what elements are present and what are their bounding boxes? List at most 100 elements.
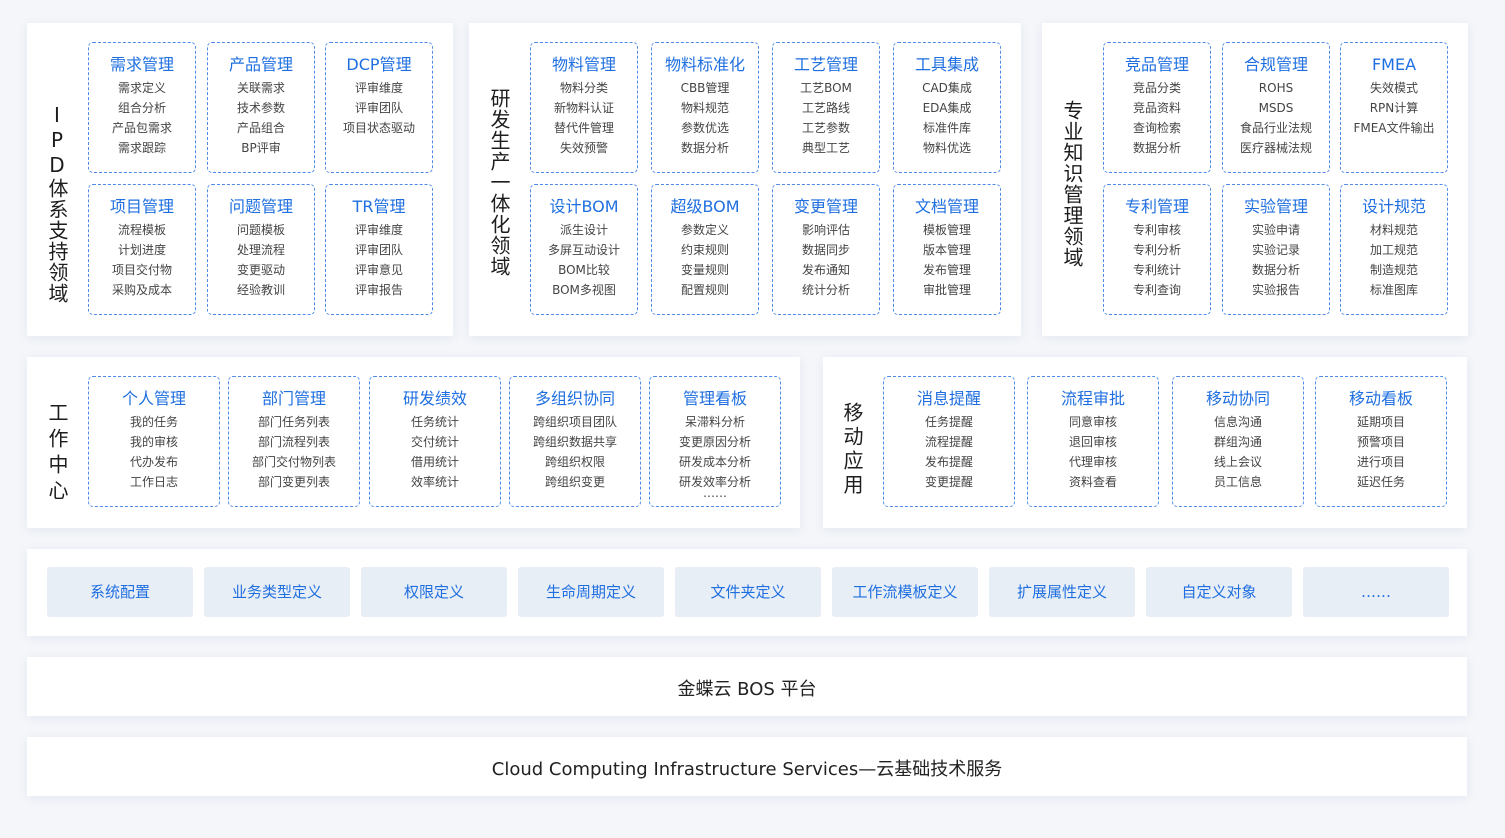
module-card-items: 部门任务列表 部门流程列表 部门交付物列表 部门变更列表 — [229, 412, 359, 492]
module-card-patent[interactable]: 专利管理 专利审核 专利分析 专利统计 专利查询 — [1103, 184, 1211, 315]
module-card-item: 部门变更列表 — [257, 475, 330, 489]
module-card-change[interactable]: 变更管理 影响评估 数据同步 发布通知 统计分析 — [772, 184, 880, 315]
module-card-lab[interactable]: 实验管理 实验申请 实验记录 数据分析 实验报告 — [1222, 184, 1330, 315]
module-card-msg[interactable]: 消息提醒 任务提醒 流程提醒 发布提醒 变更提醒 — [883, 376, 1015, 507]
module-card-item: 发布管理 — [922, 263, 971, 277]
module-card-item: CAD集成 — [922, 81, 972, 95]
module-card-item: 任务统计 — [410, 415, 459, 429]
module-card-item: 项目交付物 — [111, 263, 172, 277]
module-card-items: 物料分类 新物料认证 替代件管理 失效预警 — [531, 78, 637, 158]
module-card-tr[interactable]: TR管理 评审维度 评审团队 评审意见 评审报告 — [325, 184, 433, 315]
module-card-dept[interactable]: 部门管理 部门任务列表 部门流程列表 部门交付物列表 部门变更列表 — [228, 376, 360, 507]
rnd-domain-label: 研发生产一体化领域 — [487, 88, 511, 277]
module-card-item: 产品组合 — [236, 121, 285, 135]
module-card-item: 典型工艺 — [801, 141, 850, 155]
module-card-compliance[interactable]: 合规管理 ROHS MSDS 食品行业法规 医疗器械法规 — [1222, 42, 1330, 173]
module-card-item: BP评审 — [241, 141, 281, 155]
module-card-item: 替代件管理 — [553, 121, 614, 135]
module-card-item: ROHS — [1258, 81, 1294, 95]
module-card-title: 变更管理 — [793, 197, 858, 216]
module-card-standard[interactable]: 物料标准化 CBB管理 物料规范 参数优选 数据分析 — [651, 42, 759, 173]
module-card-item: 专利分析 — [1132, 243, 1181, 257]
module-card-item: 呆滞料分析 — [684, 415, 745, 429]
module-card-item: 延期项目 — [1356, 415, 1405, 429]
module-card-item: 食品行业法规 — [1239, 121, 1312, 135]
module-card-item: EDA集成 — [922, 101, 972, 115]
module-card-process[interactable]: 工艺管理 工艺BOM 工艺路线 工艺参数 典型工艺 — [772, 42, 880, 173]
module-card-fmea[interactable]: FMEA 失效模式 RPN计算 FMEA文件输出 — [1340, 42, 1448, 173]
module-card-item: 我的审核 — [129, 435, 178, 449]
module-card-sbom[interactable]: 超级BOM 参数定义 约束规则 变量规则 配置规则 — [651, 184, 759, 315]
module-card-title: 个人管理 — [121, 389, 186, 408]
module-card-items: 关联需求技术参数产品组合 BP评审 — [208, 78, 314, 158]
module-card-item: 派生设计 — [559, 223, 608, 237]
module-card-perf[interactable]: 研发绩效 任务统计 交付统计 借用统计 效率统计 — [369, 376, 501, 507]
module-card-title: 文档管理 — [914, 197, 979, 216]
platform-config-item[interactable]: 权限定义 — [361, 567, 507, 617]
module-card-item: 配置规则 — [680, 283, 729, 297]
module-card-mcoop[interactable]: 移动协同 信息沟通 群组沟通 线上会议 员工信息 — [1172, 376, 1304, 507]
module-card-multiorg[interactable]: 多组织协同 跨组织项目团队 跨组织数据共享 跨组织权限 跨组织变更 — [509, 376, 641, 507]
module-card-personal[interactable]: 个人管理 我的任务 我的审核 代办发布 工作日志 — [88, 376, 220, 507]
module-card-material[interactable]: 物料管理 物料分类 新物料认证 替代件管理 失效预警 — [530, 42, 638, 173]
platform-config-item[interactable]: 自定义对象 — [1146, 567, 1292, 617]
module-card-item: 研发成本分析 — [678, 455, 751, 469]
module-card-doc[interactable]: 文档管理 模板管理 版本管理 发布管理 审批管理 — [893, 184, 1001, 315]
module-card-item: …… — [703, 486, 727, 500]
module-card-item: 技术参数 — [236, 101, 285, 115]
module-card-item: 部门任务列表 — [257, 415, 330, 429]
module-card-issue[interactable]: 问题管理 问题模板 处理流程 变更驱动 经验教训 — [207, 184, 315, 315]
platform-config-item[interactable]: 扩展属性定义 — [989, 567, 1135, 617]
module-card-items: 专利审核 专利分析 专利统计 专利查询 — [1104, 220, 1210, 300]
module-card-item: 工作日志 — [129, 475, 178, 489]
module-card-dbom[interactable]: 设计BOM 派生设计 多屏互动设计 BOM比较 BOM多视图 — [530, 184, 638, 315]
platform-config-item[interactable]: 文件夹定义 — [675, 567, 821, 617]
module-card-item: 跨组织权限 — [544, 455, 605, 469]
module-card-item: 数据分析 — [1251, 263, 1300, 277]
module-card-project[interactable]: 项目管理 流程模板 计划进度 项目交付物 采购及成本 — [88, 184, 196, 315]
platform-config-item[interactable]: …… — [1303, 567, 1449, 617]
module-card-item: 物料优选 — [922, 141, 971, 155]
module-card-item: 跨组织变更 — [544, 475, 605, 489]
module-card-item: 代理审核 — [1068, 455, 1117, 469]
module-card-item: MSDS — [1258, 101, 1294, 115]
module-card-title: DCP管理 — [346, 55, 412, 74]
module-card-board[interactable]: 管理看板 呆滞料分析 变更原因分析 研发成本分析 研发效率分析…… — [649, 376, 781, 507]
module-card-items: 延期项目 预警项目 进行项目 延迟任务 — [1316, 412, 1446, 492]
module-card-tools[interactable]: 工具集成 CAD集成 EDA集成 标准件库 物料优选 — [893, 42, 1001, 173]
module-card-item: 实验申请 — [1251, 223, 1300, 237]
module-card-item: 处理流程 — [236, 243, 285, 257]
module-card-items: 流程模板 计划进度 项目交付物 采购及成本 — [89, 220, 195, 300]
module-card-item: 数据分析 — [680, 141, 729, 155]
module-card-spec[interactable]: 设计规范 材料规范 加工规范 制造规范 标准图库 — [1340, 184, 1448, 315]
module-card-item: 评审维度 — [354, 223, 403, 237]
module-card-item: 评审维度 — [354, 81, 403, 95]
module-card-items: 评审维度 评审团队 项目状态驱动 — [326, 78, 432, 138]
module-card-title: 物料标准化 — [664, 55, 745, 74]
module-card-item: 约束规则 — [680, 243, 729, 257]
module-card-item: 资料查看 — [1068, 475, 1117, 489]
module-card-mboard[interactable]: 移动看板 延期项目 预警项目 进行项目 延迟任务 — [1315, 376, 1447, 507]
module-card-items: 需求定义 组合分析 产品包需求 需求跟踪 — [89, 78, 195, 158]
module-card-item: 跨组织数据共享 — [532, 435, 617, 449]
module-card-item: BOM多视图 — [552, 283, 616, 297]
module-card-flow[interactable]: 流程审批 同意审核 退回审核 代理审核 资料查看 — [1027, 376, 1159, 507]
module-card-dcp[interactable]: DCP管理评审维度 评审团队 项目状态驱动 — [325, 42, 433, 173]
module-card-item: CBB管理 — [680, 81, 730, 95]
module-card-item: 经验教训 — [236, 283, 285, 297]
module-card-compete[interactable]: 竞品管理 竞品分类 竞品资料 查询检索 数据分析 — [1103, 42, 1211, 173]
module-card-item: 数据分析 — [1132, 141, 1181, 155]
platform-config-item[interactable]: 系统配置 — [47, 567, 193, 617]
platform-config-item[interactable]: 生命周期定义 — [518, 567, 664, 617]
module-card-item: 专利统计 — [1132, 263, 1181, 277]
platform-config-item[interactable]: 业务类型定义 — [204, 567, 350, 617]
module-card-item: 关联需求 — [236, 81, 285, 95]
module-card-demand[interactable]: 需求管理 需求定义 组合分析 产品包需求 需求跟踪 — [88, 42, 196, 173]
module-card-item: FMEA文件输出 — [1353, 121, 1435, 135]
platform-config-item[interactable]: 工作流模板定义 — [832, 567, 978, 617]
module-card-item: 代办发布 — [129, 455, 178, 469]
module-card-title: 问题管理 — [228, 197, 293, 216]
module-card-product[interactable]: 产品管理关联需求技术参数产品组合 BP评审 — [207, 42, 315, 173]
module-card-items: 工艺BOM 工艺路线 工艺参数 典型工艺 — [773, 78, 879, 158]
module-card-title: 产品管理 — [228, 55, 293, 74]
